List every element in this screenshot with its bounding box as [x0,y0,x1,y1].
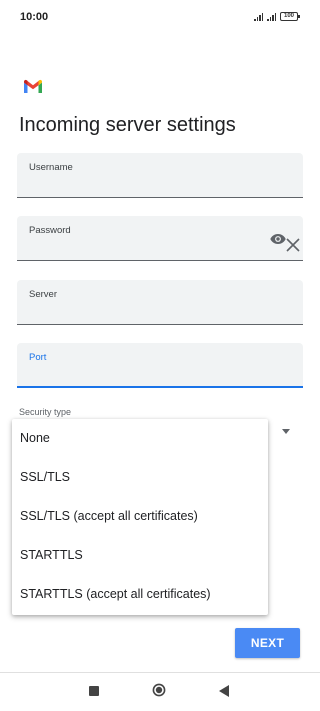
signal-icon [254,13,263,21]
home-circle-icon[interactable] [152,683,166,697]
server-label: Server [29,289,57,300]
security-type-label: Security type [19,407,72,417]
status-time: 10:00 [20,11,49,23]
password-label: Password [29,225,71,236]
menu-item-none[interactable]: None [12,419,268,458]
nav-divider [0,672,320,673]
page-title: Incoming server settings [19,114,236,136]
status-bar: 10:00 100 [0,0,320,34]
menu-item-ssl-tls-accept-all[interactable]: SSL/TLS (accept all certificates) [12,497,268,536]
gmail-logo-icon [24,79,42,93]
username-label: Username [29,162,73,173]
recents-square-icon[interactable] [89,686,99,696]
password-field[interactable]: Password [17,216,303,261]
menu-item-ssl-tls[interactable]: SSL/TLS [12,458,268,497]
username-field[interactable]: Username [17,153,303,198]
battery-icon: 100 [280,12,300,21]
next-button[interactable]: NEXT [235,628,300,658]
status-icons: 100 [254,12,300,21]
back-triangle-icon[interactable] [219,685,229,697]
server-field[interactable]: Server [17,280,303,325]
menu-item-starttls-accept-all[interactable]: STARTTLS (accept all certificates) [12,575,268,614]
close-icon[interactable] [284,236,302,254]
menu-item-starttls[interactable]: STARTTLS [12,536,268,575]
security-type-menu: None SSL/TLS SSL/TLS (accept all certifi… [12,419,268,615]
port-field[interactable]: Port [17,343,303,388]
signal-icon [267,13,276,21]
port-label: Port [29,352,47,363]
dropdown-arrow-icon[interactable] [282,429,290,434]
